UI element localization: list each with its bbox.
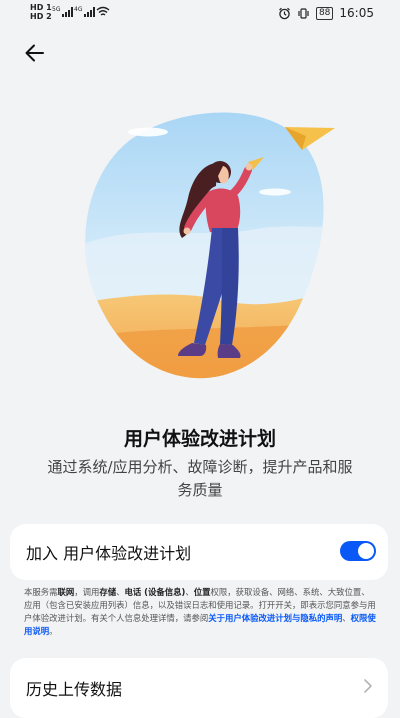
vibrate-icon: [298, 7, 309, 19]
notice-text-3: ，调用: [74, 587, 100, 597]
notice-text-5: 、: [116, 587, 125, 597]
network-type-2: 4G: [74, 6, 83, 13]
notice-text-1: 本服务需: [24, 587, 58, 597]
notice-phone: 电话 (设备信息): [124, 587, 186, 597]
notice-network: 联网: [57, 587, 75, 597]
signal-2-icon: [84, 7, 95, 17]
back-button[interactable]: [22, 40, 48, 66]
privacy-notice: 本服务需联网，调用存储、电话 (设备信息)、位置权限，获取设备、网络、系统、大致…: [24, 586, 376, 638]
notice-storage: 存储: [99, 587, 117, 597]
status-bar: HD 1 HD 2 5G 4G 88 16:05: [0, 0, 400, 28]
clock: 16:05: [339, 6, 374, 20]
status-right: 88 16:05: [278, 6, 374, 20]
sim2-label: HD 2: [30, 12, 52, 21]
history-upload-data-item[interactable]: 历史上传数据: [10, 658, 388, 718]
join-program-label: 加入 用户体验改进计划: [26, 544, 192, 563]
notice-text-11: 。: [49, 626, 58, 636]
network-type-1: 5G: [52, 6, 61, 13]
notice-text-7: 、: [185, 587, 194, 597]
privacy-statement-link[interactable]: 关于用户体验改进计划与隐私的声明: [208, 613, 342, 623]
toggle-knob: [358, 543, 374, 559]
sim1-label: HD 1: [30, 3, 52, 12]
arrow-left-icon: [25, 44, 44, 62]
join-program-toggle[interactable]: [340, 541, 376, 561]
notice-text-10: 、: [342, 613, 351, 623]
hero-illustration: [85, 112, 335, 379]
sim-indicators: HD 1 HD 2: [30, 3, 52, 21]
wifi-icon: [96, 6, 110, 16]
page-description: 通过系统/应用分析、故障诊断，提升产品和服务质量: [47, 458, 353, 499]
alarm-icon: [279, 7, 290, 19]
page-title: 用户体验改进计划: [123, 428, 276, 450]
battery-level: 88: [315, 6, 334, 20]
notice-location: 位置: [193, 587, 211, 597]
signal-1-icon: [62, 7, 73, 17]
chevron-right-icon: [364, 679, 372, 693]
history-upload-data-label: 历史上传数据: [26, 680, 123, 699]
join-program-card: 加入 用户体验改进计划: [10, 524, 388, 580]
